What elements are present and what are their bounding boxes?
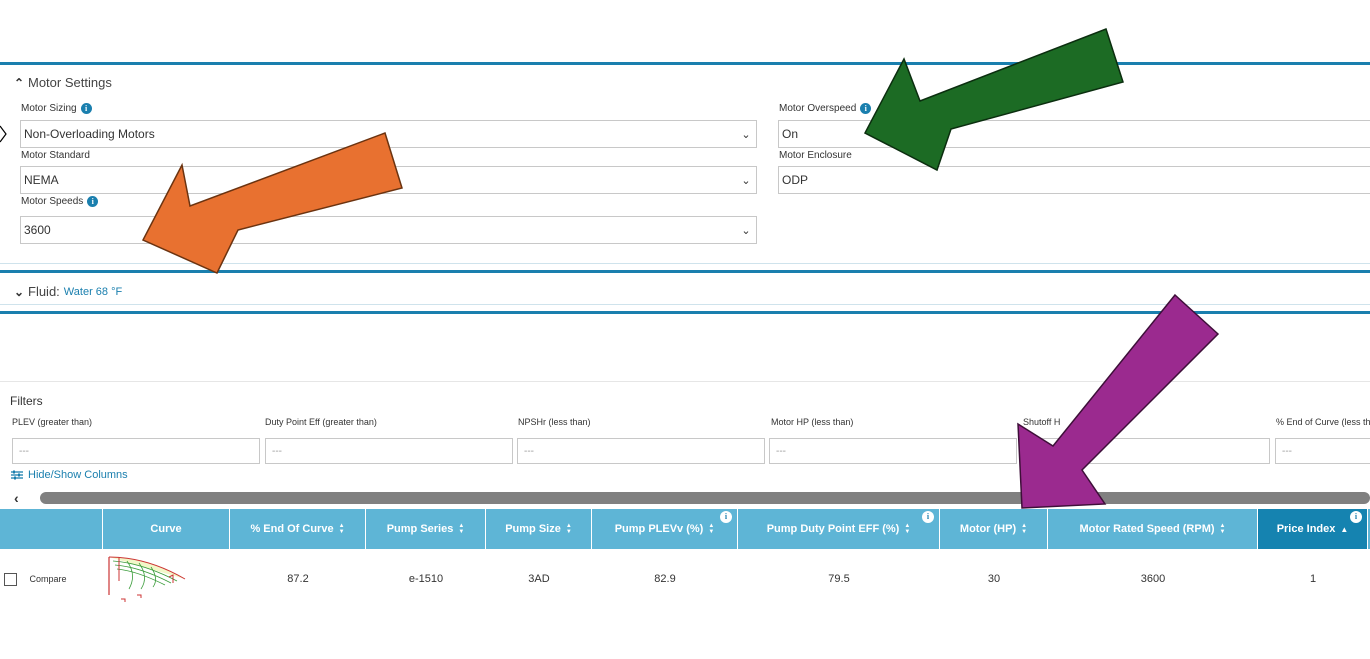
compare-checkbox[interactable] [3,560,17,598]
column-header-end-of-curve-label: % End Of Curve [250,523,334,535]
sliders-icon [11,470,23,480]
cell-rated-speed: 3600 [1140,573,1166,585]
column-header-pump-series-label: Pump Series [386,523,454,535]
motor-settings-title: Motor Settings [28,75,112,90]
motor-enclosure-value: ODP [782,173,809,187]
column-header-pump-plev-label: Pump PLEVv (%) [614,523,704,535]
filter-label-duty-eff: Duty Point Eff (greater than) [265,417,377,427]
column-header-select [0,509,103,549]
motor-speeds-label-text: Motor Speeds [21,196,84,207]
filter-input-plev[interactable]: --- [12,438,260,464]
motor-overspeed-label: Motor Overspeed i [779,103,872,114]
filter-input-end-of-curve[interactable]: --- [1275,438,1370,464]
filter-label-end-of-curve: % End of Curve (less tha [1276,417,1370,427]
pump-curve-image [108,556,186,602]
info-icon[interactable]: i [80,103,92,114]
motor-sizing-label: Motor Sizing i [21,103,92,114]
filter-input-npshr[interactable]: --- [517,438,765,464]
sort-icon[interactable]: ▲ ▼ [458,523,464,535]
cursor-icon [0,125,7,143]
motor-enclosure-label: Motor Enclosure [779,150,852,161]
info-icon[interactable]: i [922,511,934,523]
column-header-rated-speed[interactable]: Motor Rated Speed (RPM) ▲ ▼ [1048,509,1258,549]
fluid-value: Water 68 °F [63,285,123,298]
cell-duty-point-eff: 79.5 [828,573,850,585]
purple-annotation-arrow-icon [1017,293,1220,509]
filters-title: Filters [10,394,43,408]
checkbox-box[interactable] [3,572,17,586]
info-icon[interactable]: i [1350,511,1362,523]
hide-show-columns-link[interactable]: Hide/Show Columns [11,469,128,481]
info-icon[interactable]: i [87,196,99,207]
column-header-motor-hp[interactable]: Motor (HP) ▲ ▼ [940,509,1048,549]
cell-motor-hp: 30 [987,573,1001,585]
hide-show-columns-text: Hide/Show Columns [28,469,128,481]
section-divider [0,62,1370,65]
filter-label-npshr: NPSHr (less than) [518,417,591,427]
motor-sizing-label-text: Motor Sizing [21,103,77,114]
sort-icon[interactable]: ▲ ▼ [339,523,345,535]
sort-icon[interactable]: ▲ ▼ [708,523,714,535]
filter-label-motor-hp: Motor HP (less than) [771,417,854,427]
motor-overspeed-value: On [782,127,799,141]
chevron-down-icon: ⌄ [741,128,751,141]
column-header-duty-point-eff-label: Pump Duty Point EFF (%) [766,523,900,535]
motor-standard-value: NEMA [24,173,59,187]
cell-pump-plev: 82.9 [654,573,676,585]
green-annotation-arrow-icon [863,28,1124,172]
sort-icon[interactable]: ▲ ▼ [1220,523,1226,535]
column-header-curve[interactable]: Curve [103,509,230,549]
fluid-toggle[interactable]: ⌄ Fluid: Water 68 °F [14,284,122,299]
filter-label-plev: PLEV (greater than) [12,417,93,427]
curve-thumbnail[interactable] [103,556,230,602]
chevron-double-up-icon: ⌃ [14,75,25,90]
compare-label[interactable]: Compare [22,560,74,598]
filter-input-motor-hp[interactable]: --- [769,438,1017,464]
cell-price-index: 1 [1309,573,1317,585]
column-header-pump-series[interactable]: Pump Series ▲ ▼ [366,509,486,549]
chevron-down-icon: ⌄ [741,174,751,187]
column-header-curve-label: Curve [150,523,182,535]
table-header: Curve % End Of Curve ▲ ▼ Pump Series ▲ ▼ P… [0,509,1370,549]
sort-icon[interactable]: ▲ ▼ [1021,523,1027,535]
motor-settings-toggle[interactable]: ⌃ Motor Settings [14,75,112,90]
column-header-price-index-label: Price Index [1276,523,1336,535]
motor-speeds-label: Motor Speeds i [21,196,99,207]
motor-speeds-value: 3600 [24,223,51,237]
sort-icon[interactable]: ▲ ▼ [904,523,910,535]
sort-icon[interactable]: ▲ ▼ [566,523,572,535]
fluid-label: Fluid: [28,284,60,299]
filter-input-duty-eff[interactable]: --- [265,438,513,464]
column-header-pump-size-label: Pump Size [505,523,561,535]
cell-pump-series: e-1510 [408,573,444,585]
column-header-motor-hp-label: Motor (HP) [959,523,1017,535]
motor-overspeed-label-text: Motor Overspeed [779,103,857,114]
column-header-pump-size[interactable]: Pump Size ▲ ▼ [486,509,592,549]
chevron-down-icon: ⌄ [741,224,751,237]
column-header-rated-speed-label: Motor Rated Speed (RPM) [1079,523,1215,535]
orange-annotation-arrow-icon [141,132,403,274]
cell-pump-size: 3AD [528,573,550,585]
column-header-pump-plev[interactable]: Pump PLEVv (%) ▲ ▼ i [592,509,738,549]
motor-enclosure-label-text: Motor Enclosure [779,150,852,161]
motor-standard-label-text: Motor Standard [21,150,90,161]
motor-standard-label: Motor Standard [21,150,90,161]
column-header-price-index[interactable]: Price Index ▲ i [1258,509,1368,549]
column-header-end-of-curve[interactable]: % End Of Curve ▲ ▼ [230,509,366,549]
scroll-left-icon[interactable]: ‹ [14,490,19,506]
motor-sizing-value: Non-Overloading Motors [24,127,155,141]
info-icon[interactable]: i [720,511,732,523]
column-header-duty-point-eff[interactable]: Pump Duty Point EFF (%) ▲ ▼ i [738,509,940,549]
sort-asc-icon[interactable]: ▲ [1340,525,1348,534]
cell-end-of-curve: 87.2 [287,573,309,585]
chevron-double-down-icon: ⌄ [14,284,25,299]
